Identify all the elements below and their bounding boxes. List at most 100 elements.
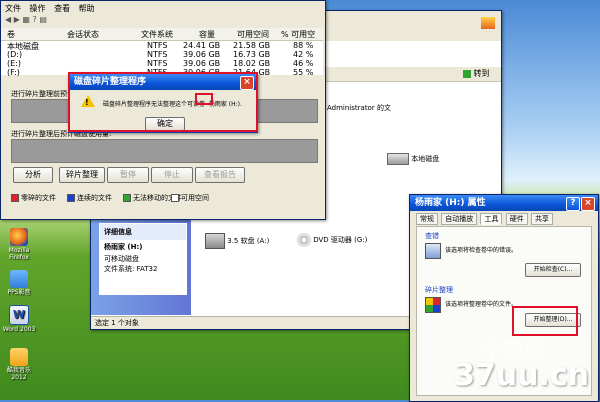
analyze-button[interactable]: 分析 <box>13 167 53 183</box>
defrag-text: 该选项将整理卷中的文件。 <box>445 301 518 308</box>
tab-hardware[interactable]: 硬件 <box>505 213 528 225</box>
details-fs: 文件系统: FAT32 <box>104 265 158 273</box>
desktop-icon-firefox[interactable]: Mozilla Firefox <box>2 228 36 261</box>
drive-label: 本地磁盘 <box>411 155 440 163</box>
check-group-title: 查错 <box>425 232 439 240</box>
desktop-icon-label: 酷我音乐 2012 <box>6 367 31 381</box>
details-name: 杨雨家 (H:) <box>104 243 143 251</box>
forward-icon[interactable]: ▶ <box>14 15 20 24</box>
legend-swatch-contiguous <box>67 194 75 202</box>
drive-label: 3.5 软盘 (A:) <box>227 237 270 245</box>
volume-list-header: 卷 会话状态 文件系统 容量 可用空间 % 可用空间 <box>1 28 323 50</box>
tab-autoplay[interactable]: 自动播放 <box>441 213 478 225</box>
kuwo-icon <box>10 348 28 366</box>
col-status[interactable]: 会话状态 <box>67 29 99 40</box>
admin-docs-label: Administrator 的文 <box>327 104 391 112</box>
word-icon: W <box>9 305 29 325</box>
watermark: 37uu.cn <box>454 358 589 393</box>
highlight-start-defrag <box>512 306 578 336</box>
cell-free: 21.58 GB <box>233 41 271 50</box>
desktop-icon-pps[interactable]: PPS影音 <box>2 270 36 296</box>
desktop-icon-word[interactable]: W Word 2003 <box>2 305 36 333</box>
toolbar: ◀ ▶ ▦ ? ▤ <box>5 15 47 24</box>
close-icon[interactable]: × <box>581 197 595 211</box>
cell-fs: NTFS <box>147 50 168 59</box>
floppy-drive-icon <box>205 233 225 249</box>
legend-swatch-fragmented <box>11 194 19 202</box>
properties-titlebar: 杨雨家 (H:) 属性 ? × <box>410 195 598 211</box>
after-usage-bar <box>11 139 318 163</box>
cell-fs: NTFS <box>147 59 168 68</box>
cell-pct: 88 % <box>293 41 314 50</box>
go-button[interactable]: 转到 <box>463 68 493 79</box>
volume-list: 本地磁盘 NTFS 24.41 GB 21.58 GB 88 % (D:) NT… <box>1 41 323 77</box>
drive-item-local-disk[interactable]: 本地磁盘 <box>387 153 439 165</box>
windows-flag-icon <box>481 17 495 29</box>
table-row[interactable]: (E:) NTFS 39.06 GB 18.02 GB 46 % <box>7 59 317 68</box>
col-free[interactable]: 可用空间 <box>237 29 269 40</box>
back-icon[interactable]: ◀ <box>5 15 11 24</box>
defrag-group-title: 碎片整理 <box>425 286 453 294</box>
cell-fs: NTFS <box>147 41 168 50</box>
table-row[interactable]: (D:) NTFS 39.06 GB 16.73 GB 42 % <box>7 50 317 59</box>
go-label: 转到 <box>473 69 490 78</box>
defrag-icon <box>425 297 441 313</box>
menu-view[interactable]: 查看 <box>54 4 70 13</box>
legend-label: 可用空间 <box>181 194 209 202</box>
legend: 零碎的文件 连续的文件 无法移动的文件 可用空间 <box>11 193 321 203</box>
col-capacity[interactable]: 容量 <box>199 29 215 40</box>
pause-button[interactable]: 暂停 <box>107 167 149 183</box>
error-check-icon <box>425 243 441 259</box>
cell-free: 16.73 GB <box>233 50 271 59</box>
cell-capacity: 39.06 GB <box>183 50 221 59</box>
properties-title: 杨雨家 (H:) 属性 <box>415 198 486 208</box>
view-icon[interactable]: ▦ <box>22 15 30 24</box>
details-title: 详细信息 <box>100 224 186 240</box>
tab-tools[interactable]: 工具 <box>480 213 503 225</box>
status-text: 选定 1 个对象 <box>95 319 139 327</box>
desktop-icon-label: PPS影音 <box>7 289 31 296</box>
desktop-icon-label: Word 2003 <box>2 326 36 333</box>
defrag-button[interactable]: 碎片整理 <box>59 167 105 183</box>
col-fs[interactable]: 文件系统 <box>141 29 173 40</box>
go-arrow-icon <box>463 69 471 78</box>
table-row[interactable]: 本地磁盘 NTFS 24.41 GB 21.58 GB 88 % <box>7 41 317 51</box>
desktop: { "desktop": { "icons": [ {"label": "Moz… <box>0 0 600 402</box>
cell-pct: 46 % <box>293 59 314 68</box>
dvd-drive-icon <box>297 233 311 247</box>
tab-general[interactable]: 常规 <box>416 213 438 225</box>
drive-item-floppy[interactable]: 3.5 软盘 (A:) <box>205 233 269 249</box>
highlight-alert <box>68 72 258 132</box>
desktop-icon-label: Mozilla Firefox <box>8 247 30 261</box>
cell-free: 18.02 GB <box>233 59 271 68</box>
menu-file[interactable]: 文件 <box>5 4 21 13</box>
check-text: 该选项将检查卷中的错误。 <box>445 247 518 254</box>
desktop-icon-kuwo[interactable]: 酷我音乐 2012 <box>2 348 36 381</box>
start-check-button[interactable]: 开始检查(C)... <box>525 263 581 277</box>
drive-label: DVD 驱动器 (G:) <box>313 236 368 244</box>
firefox-icon <box>10 228 28 246</box>
menu-action[interactable]: 操作 <box>30 4 46 13</box>
cell-pct: 55 % <box>293 68 314 77</box>
local-disk-icon <box>387 153 409 165</box>
help-icon[interactable]: ? <box>566 197 580 211</box>
col-volume[interactable]: 卷 <box>7 29 15 40</box>
stop-button[interactable]: 停止 <box>151 167 193 183</box>
drive-item-dvd[interactable]: DVD 驱动器 (G:) <box>297 233 367 247</box>
help-icon[interactable]: ? <box>33 15 37 24</box>
details-box: 详细信息 杨雨家 (H:) 可移动磁盘 文件系统: FAT32 <box>99 223 187 295</box>
menu-help[interactable]: 帮助 <box>79 4 95 13</box>
cell-pct: 42 % <box>293 50 314 59</box>
cell-capacity: 39.06 GB <box>183 59 221 68</box>
tab-sharing[interactable]: 共享 <box>530 213 553 225</box>
legend-swatch-free <box>171 194 179 202</box>
cell-volume: (D:) <box>7 50 23 59</box>
properties-icon[interactable]: ▤ <box>39 15 47 24</box>
details-pane: 详细信息 杨雨家 (H:) 可移动磁盘 文件系统: FAT32 <box>91 215 191 315</box>
highlight-readonly <box>195 93 213 105</box>
cell-volume: (E:) <box>7 59 21 68</box>
tab-strip: 常规 自动播放 工具 硬件 共享 <box>416 213 553 225</box>
view-report-button[interactable]: 查看报告 <box>195 167 245 183</box>
menu-bar: 文件 操作 查看 帮助 <box>5 3 95 14</box>
cell-volume: (F:) <box>7 68 20 77</box>
